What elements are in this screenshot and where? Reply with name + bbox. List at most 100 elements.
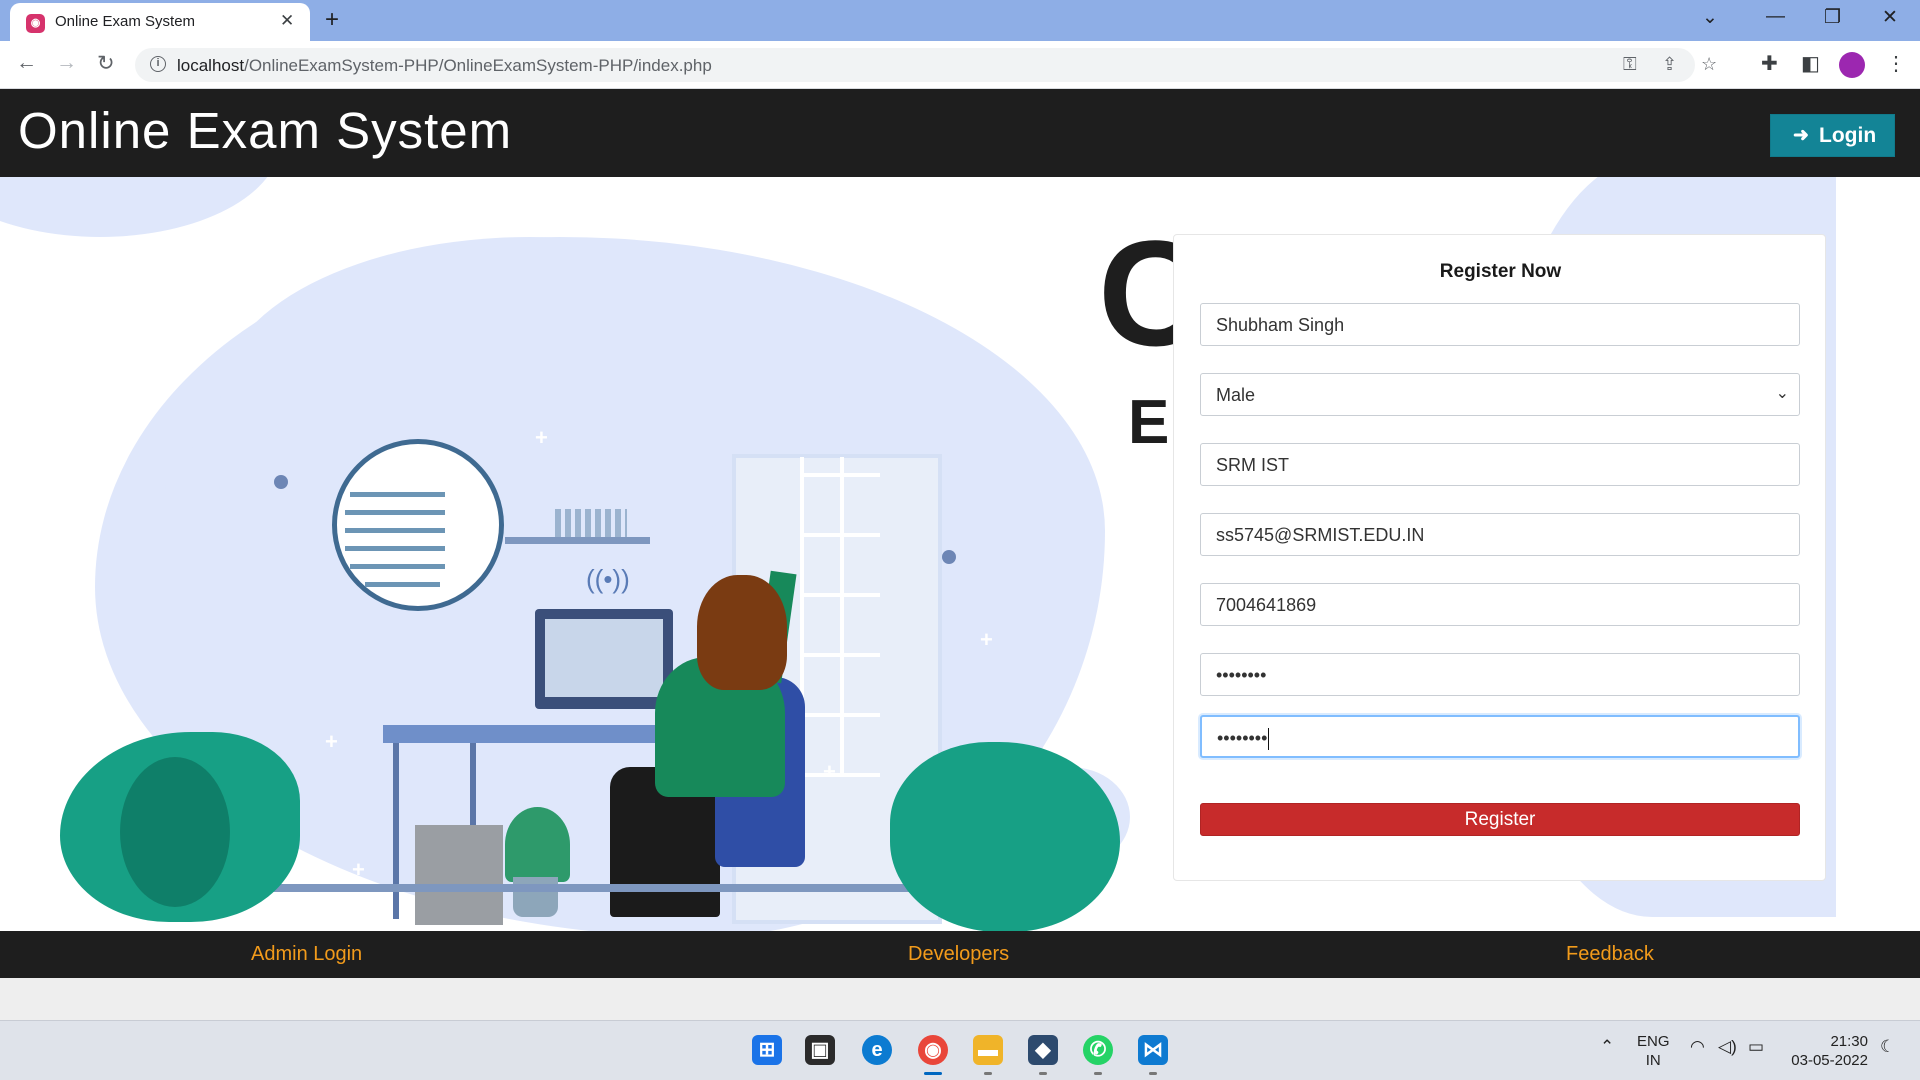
register-button[interactable]: Register: [1200, 803, 1800, 836]
leaf-illustration: [120, 757, 230, 907]
language-indicator[interactable]: ENG IN: [1637, 1032, 1670, 1070]
browser-tab[interactable]: ◉ Online Exam System ✕: [10, 3, 310, 41]
region-code: IN: [1645, 1052, 1661, 1069]
browser-tab-bar: ◉ Online Exam System ✕ + ⌄ — ❐ ✕: [0, 0, 1920, 41]
name-value: Shubham Singh: [1216, 315, 1345, 335]
back-arrow-icon[interactable]: ←: [16, 51, 37, 75]
background-blob: [428, 262, 472, 302]
password-value: ••••••••: [1216, 665, 1267, 685]
share-icon[interactable]: ⇪: [1662, 54, 1677, 75]
extensions-puzzle-icon[interactable]: ✚: [1761, 51, 1778, 76]
confirm-password-field[interactable]: ••••••••: [1200, 715, 1800, 758]
decorative-plus: +: [352, 857, 365, 882]
restore-button[interactable]: ❐: [1824, 6, 1841, 29]
desk-leg: [393, 743, 399, 919]
floor-line: [230, 884, 930, 892]
running-app-indicator: [1149, 1072, 1157, 1075]
decorative-plus: +: [535, 425, 548, 450]
feedback-link[interactable]: Feedback: [1566, 943, 1654, 966]
background-blob: [0, 177, 280, 237]
email-field[interactable]: ss5745@SRMIST.EDU.IN: [1200, 513, 1800, 556]
tab-search-icon[interactable]: ⌄: [1702, 6, 1718, 29]
bookmark-star-icon[interactable]: ☆: [1701, 54, 1717, 75]
system-clock[interactable]: 21:30 03-05-2022: [1786, 1032, 1868, 1070]
college-value: SRM IST: [1216, 455, 1290, 475]
hero-subline: E: [1128, 388, 1176, 457]
bubble-line: [365, 582, 440, 587]
tray-chevron-up-icon[interactable]: ⌃: [1600, 1037, 1614, 1057]
phone-field[interactable]: 7004641869: [1200, 583, 1800, 626]
name-field[interactable]: Shubham Singh: [1200, 303, 1800, 346]
shelf-illustration: [505, 537, 650, 544]
email-value: ss5745@SRMIST.EDU.IN: [1216, 525, 1425, 545]
decorative-dot: [274, 475, 288, 489]
language-code: ENG: [1637, 1033, 1670, 1050]
decorative-dot: [942, 550, 956, 564]
desk-illustration: [383, 725, 665, 743]
wifi-icon: ((•)): [586, 564, 630, 594]
forward-arrow-icon[interactable]: →: [56, 51, 77, 75]
whatsapp-icon[interactable]: ✆: [1083, 1035, 1113, 1065]
browser-toolbar: ← → ↻ i localhost/OnlineExamSystem-PHP/O…: [0, 41, 1920, 89]
admin-login-link[interactable]: Admin Login: [251, 943, 362, 966]
reload-icon[interactable]: ↻: [97, 51, 115, 76]
monitor-screen-illustration: [545, 619, 663, 697]
notifications-moon-icon[interactable]: ☾: [1880, 1037, 1895, 1057]
start-windows-icon[interactable]: ⊞: [752, 1035, 782, 1065]
login-button[interactable]: ➜ Login: [1770, 114, 1895, 157]
window-illustration: [800, 457, 880, 777]
page-background: [0, 978, 1920, 1020]
gender-value: Male: [1216, 385, 1256, 405]
minimize-button[interactable]: —: [1766, 6, 1785, 28]
clock-time: 21:30: [1830, 1033, 1868, 1050]
confirm-password-value: ••••••••: [1217, 728, 1268, 748]
url-text[interactable]: localhost/OnlineExamSystem-PHP/OnlineExa…: [177, 56, 712, 76]
person-hair-illustration: [697, 575, 787, 690]
address-bar[interactable]: i localhost/OnlineExamSystem-PHP/OnlineE…: [135, 48, 1717, 82]
edge-browser-icon[interactable]: e: [862, 1035, 892, 1065]
running-app-indicator: [1039, 1072, 1047, 1075]
wifi-icon[interactable]: ◠: [1690, 1037, 1705, 1057]
battery-icon[interactable]: ▭: [1748, 1037, 1764, 1057]
decorative-plus: +: [325, 729, 338, 754]
running-app-indicator: [1094, 1072, 1102, 1075]
bubble-line: [345, 528, 445, 533]
site-info-icon[interactable]: i: [150, 56, 166, 72]
register-form: Register Now Shubham Singh Male ⌄ SRM IS…: [1173, 234, 1826, 881]
text-caret: [1268, 728, 1270, 751]
computer-tower-illustration: [415, 825, 503, 925]
file-explorer-icon[interactable]: ▬: [973, 1035, 1003, 1065]
volume-icon[interactable]: ◁): [1718, 1037, 1737, 1057]
college-field[interactable]: SRM IST: [1200, 443, 1800, 486]
site-brand[interactable]: Online Exam System: [18, 101, 512, 160]
chrome-browser-icon[interactable]: ◉: [918, 1035, 948, 1065]
gender-select[interactable]: Male ⌄: [1200, 373, 1800, 416]
mysql-workbench-icon[interactable]: ◆: [1028, 1035, 1058, 1065]
profile-avatar[interactable]: [1839, 52, 1865, 78]
close-window-button[interactable]: ✕: [1882, 6, 1898, 29]
chevron-down-icon: ⌄: [1775, 385, 1789, 402]
key-icon[interactable]: ⚿: [1623, 54, 1637, 75]
decorative-plus: +: [823, 759, 836, 784]
bubble-line: [345, 546, 445, 551]
task-view-icon[interactable]: ▣: [805, 1035, 835, 1065]
tab-title: Online Exam System: [55, 13, 196, 30]
site-footer: Admin Login Developers Feedback: [0, 931, 1920, 978]
bubble-line: [350, 492, 445, 497]
clock-date: 03-05-2022: [1791, 1052, 1868, 1069]
shelf-books-illustration: [555, 509, 627, 537]
vscode-icon[interactable]: ⋈: [1138, 1035, 1168, 1065]
tab-close-icon[interactable]: ✕: [280, 11, 294, 31]
new-tab-button[interactable]: +: [325, 6, 339, 34]
windows-taskbar: ⊞ ▣ e ◉ ▬ ◆ ✆ ⋈ ⌃ ENG IN ◠ ◁) ▭ 21:30 03…: [0, 1020, 1920, 1080]
side-panel-icon[interactable]: ◧: [1801, 51, 1820, 76]
developers-link[interactable]: Developers: [908, 943, 1009, 966]
decorative-plus: +: [980, 627, 993, 652]
active-app-indicator: [924, 1072, 942, 1075]
menu-kebab-icon[interactable]: ⋮: [1886, 51, 1906, 76]
site-header: Online Exam System ➜ Login: [0, 89, 1920, 177]
password-field[interactable]: ••••••••: [1200, 653, 1800, 696]
plant-pot-illustration: [513, 877, 558, 917]
bubble-line: [345, 510, 445, 515]
phone-value: 7004641869: [1216, 595, 1317, 615]
